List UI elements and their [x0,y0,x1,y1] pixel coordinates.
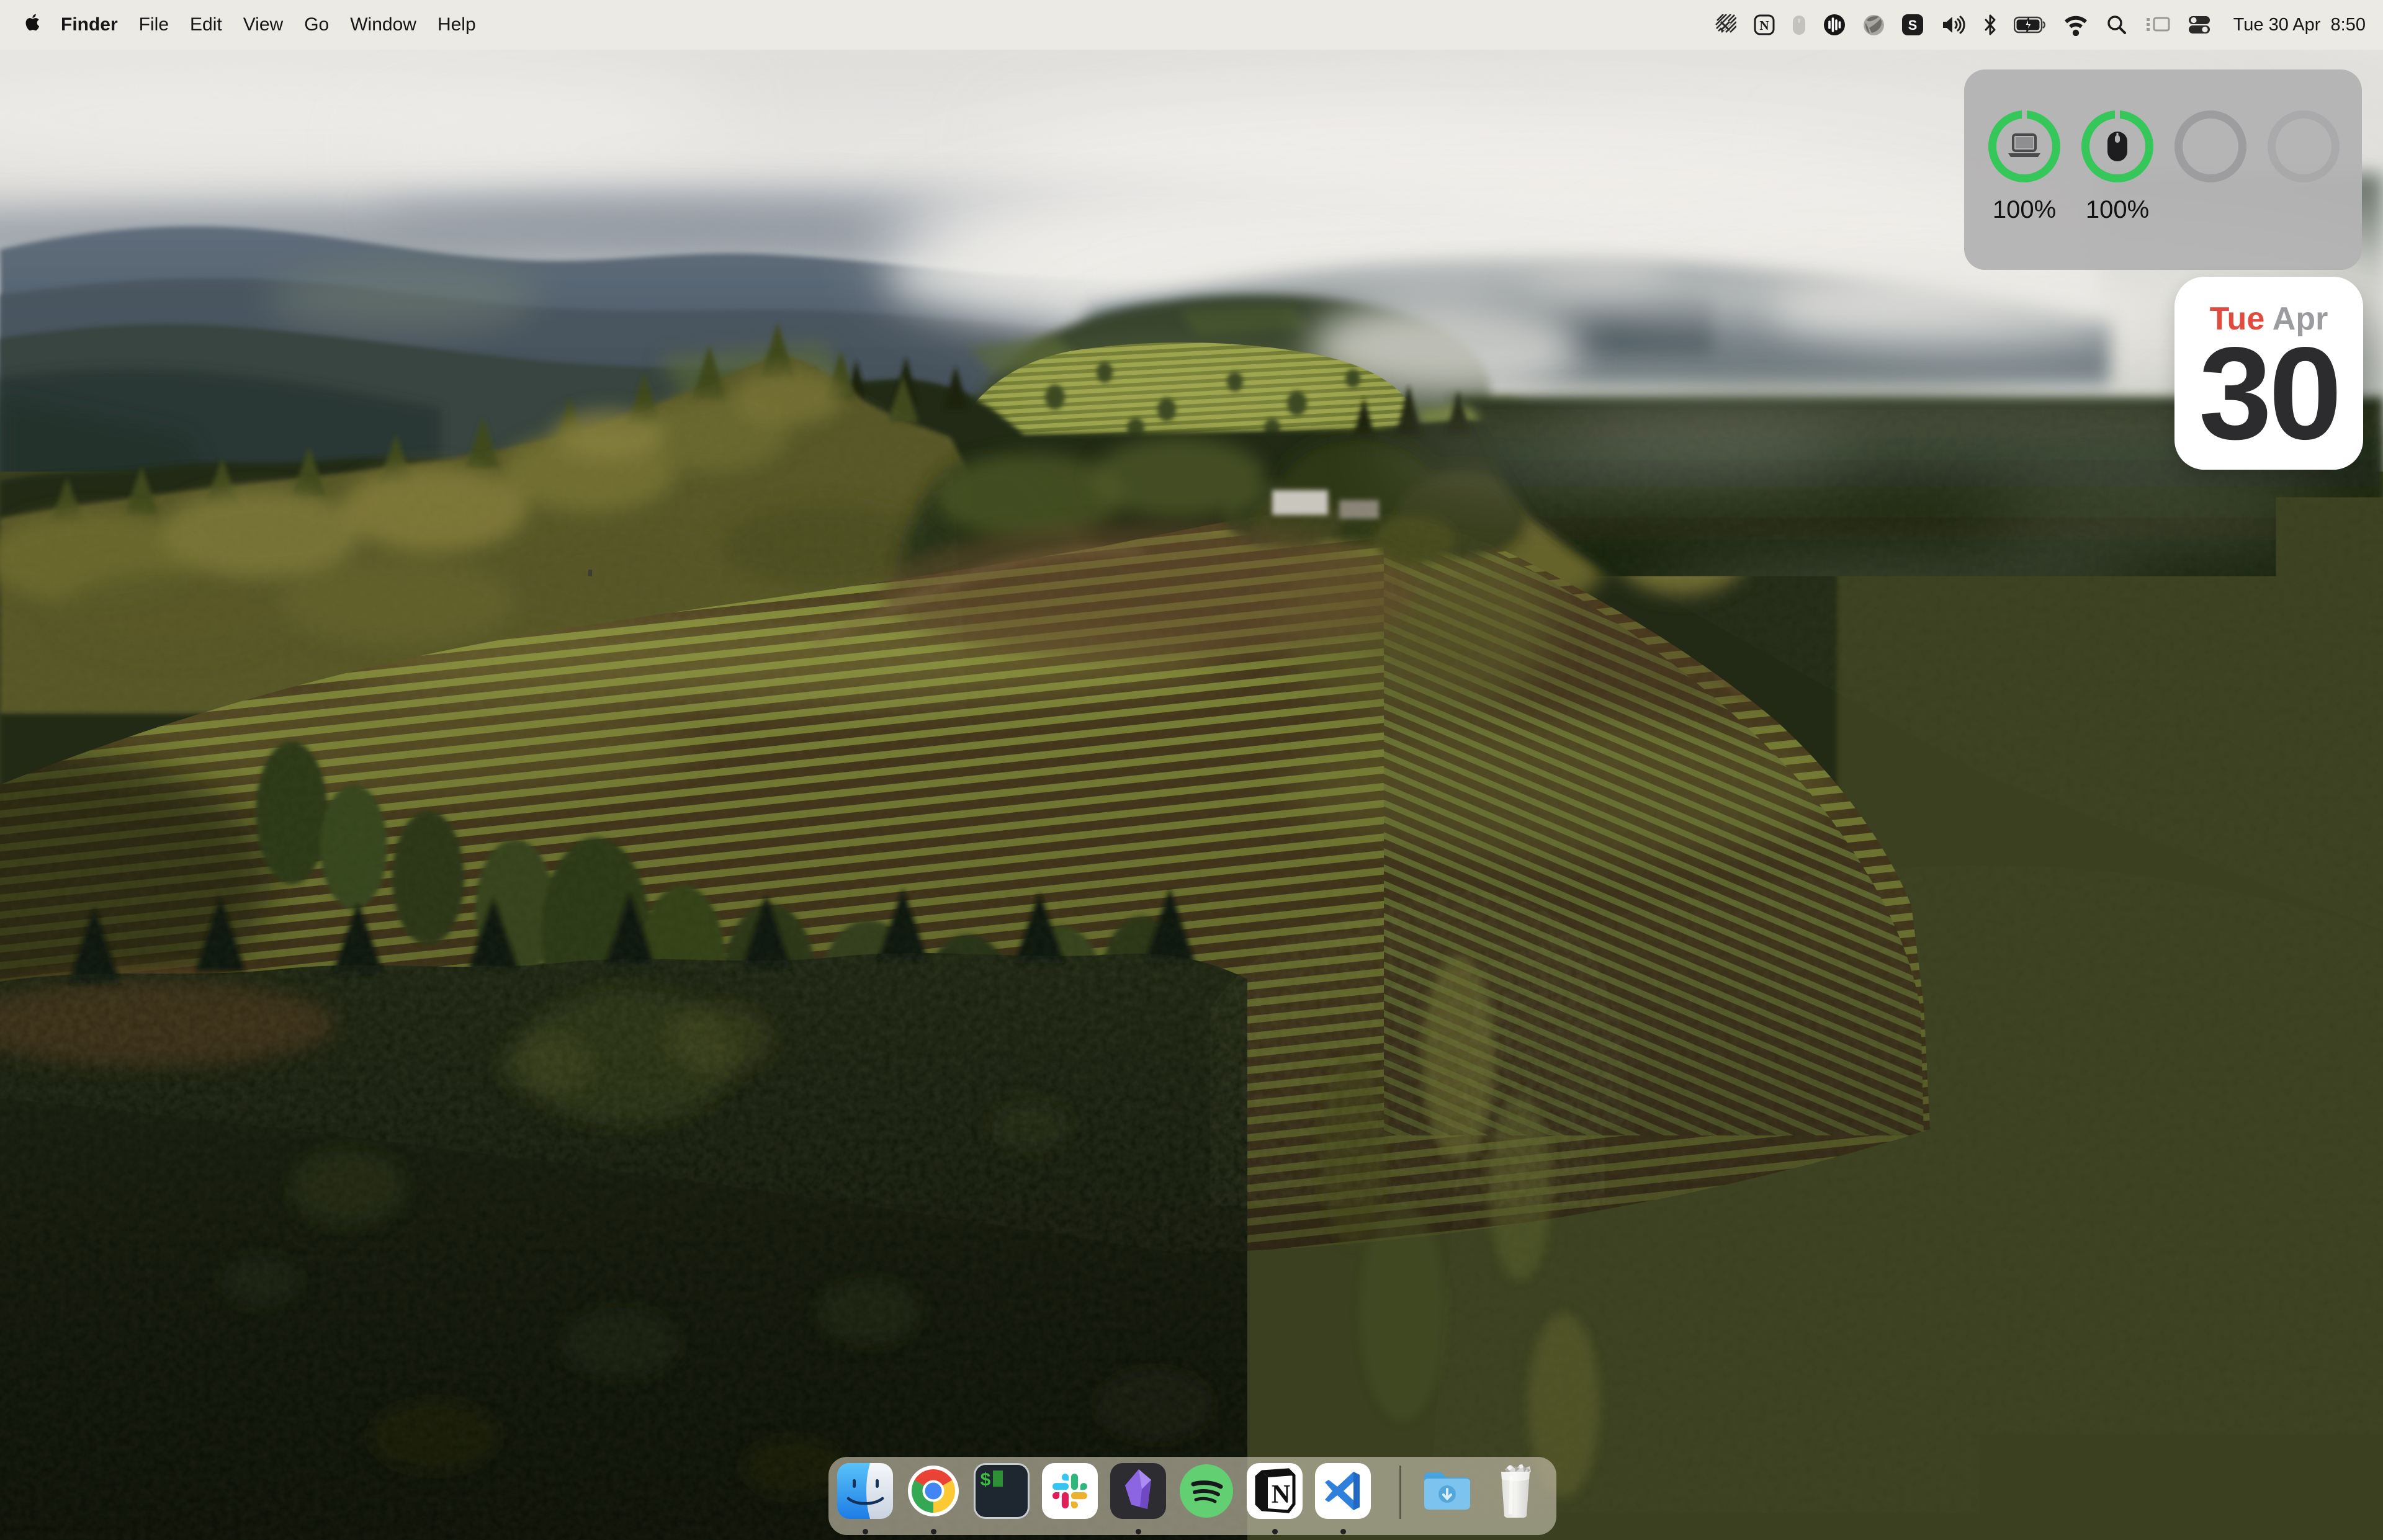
svg-text:$: $ [980,1471,991,1492]
svg-text:N: N [1272,1480,1290,1509]
svg-text:N: N [1759,18,1769,33]
svg-text:S: S [1908,17,1917,33]
